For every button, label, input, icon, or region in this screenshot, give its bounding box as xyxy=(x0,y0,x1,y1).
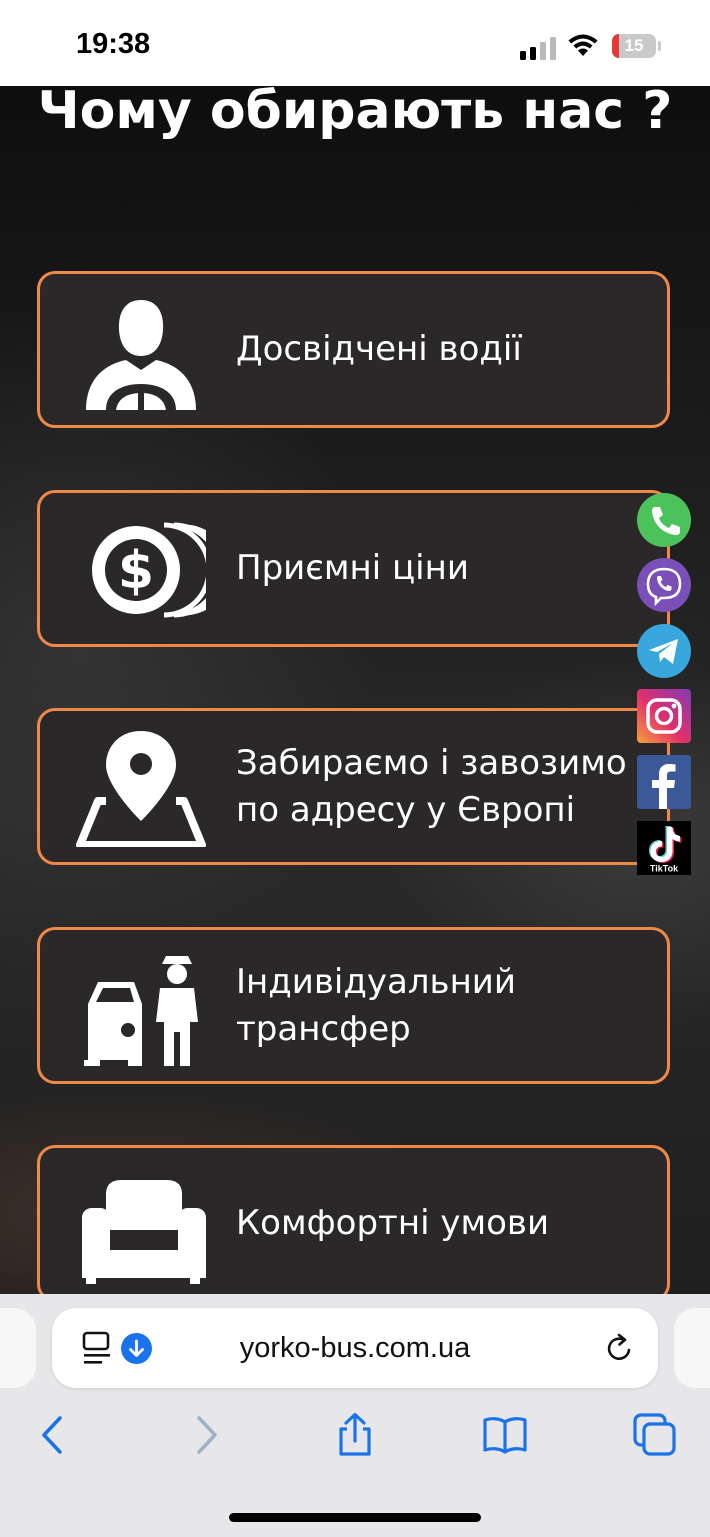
reload-icon[interactable] xyxy=(604,1332,636,1364)
instagram-button[interactable] xyxy=(637,689,691,743)
instagram-icon xyxy=(637,689,691,743)
page-content: Чому обирають нас ? Досвідчені водії $ П… xyxy=(0,86,710,1294)
chevron-left-icon xyxy=(42,1416,62,1454)
battery-percent: 15 xyxy=(624,36,644,55)
share-button[interactable] xyxy=(332,1412,378,1458)
viber-icon xyxy=(637,558,691,612)
dollar-coins-icon: $ xyxy=(76,511,206,629)
url-text[interactable]: yorko-bus.com.ua xyxy=(52,1308,658,1388)
wifi-icon xyxy=(566,32,600,62)
book-icon xyxy=(483,1417,527,1454)
chevron-right-icon xyxy=(197,1416,217,1454)
tiktok-icon: TikTok xyxy=(637,821,691,875)
battery-nub xyxy=(658,41,661,51)
facebook-button[interactable] xyxy=(637,755,691,809)
car-chauffeur-icon xyxy=(76,948,206,1066)
page-title: Чому обирають нас ? xyxy=(37,86,673,141)
battery-icon: 15 xyxy=(612,34,656,58)
tiktok-label: TikTok xyxy=(650,864,679,874)
address-bar[interactable]: yorko-bus.com.ua xyxy=(52,1308,658,1388)
feature-label: Приємні ціни xyxy=(236,548,469,588)
facebook-icon xyxy=(637,755,691,809)
share-icon xyxy=(339,1412,371,1456)
feature-card-individual-transfer: Індивідуальний трансфер xyxy=(37,927,670,1084)
status-bar: 19:38 15 xyxy=(0,0,710,86)
next-tab-preview[interactable] xyxy=(674,1308,710,1388)
svg-text:$: $ xyxy=(118,541,154,601)
phone-button[interactable] xyxy=(637,493,691,547)
viber-button[interactable] xyxy=(637,558,691,612)
back-button[interactable] xyxy=(30,1412,76,1458)
feature-label: Досвідчені водії xyxy=(236,329,522,369)
tabs-button[interactable] xyxy=(632,1412,678,1458)
bookmarks-button[interactable] xyxy=(482,1412,528,1458)
previous-tab-preview[interactable] xyxy=(0,1308,36,1388)
map-pin-icon xyxy=(76,729,206,847)
armchair-icon xyxy=(76,1166,206,1284)
feature-card-door-to-door: Забираємо і завозимо по адресу у Європі xyxy=(37,708,670,865)
feature-card-pleasant-prices: $ Приємні ціни xyxy=(37,490,670,647)
feature-label: Індивідуальний трансфер xyxy=(236,961,517,1049)
feature-card-experienced-drivers: Досвідчені водії xyxy=(37,271,670,428)
telegram-button[interactable] xyxy=(637,624,691,678)
feature-label: Забираємо і завозимо по адресу у Європі xyxy=(236,742,627,830)
tabs-icon xyxy=(633,1413,676,1456)
tiktok-button[interactable]: TikTok xyxy=(637,821,691,875)
phone-icon xyxy=(637,493,691,547)
home-indicator xyxy=(229,1513,481,1522)
driver-icon xyxy=(76,292,206,410)
feature-card-comfort: Комфортні умови xyxy=(37,1145,670,1294)
telegram-icon xyxy=(637,624,691,678)
browser-toolbar: yorko-bus.com.ua xyxy=(0,1294,710,1537)
cellular-signal-icon xyxy=(520,36,556,60)
feature-label: Комфортні умови xyxy=(236,1203,550,1243)
forward-button[interactable] xyxy=(183,1412,229,1458)
status-time: 19:38 xyxy=(76,28,151,60)
